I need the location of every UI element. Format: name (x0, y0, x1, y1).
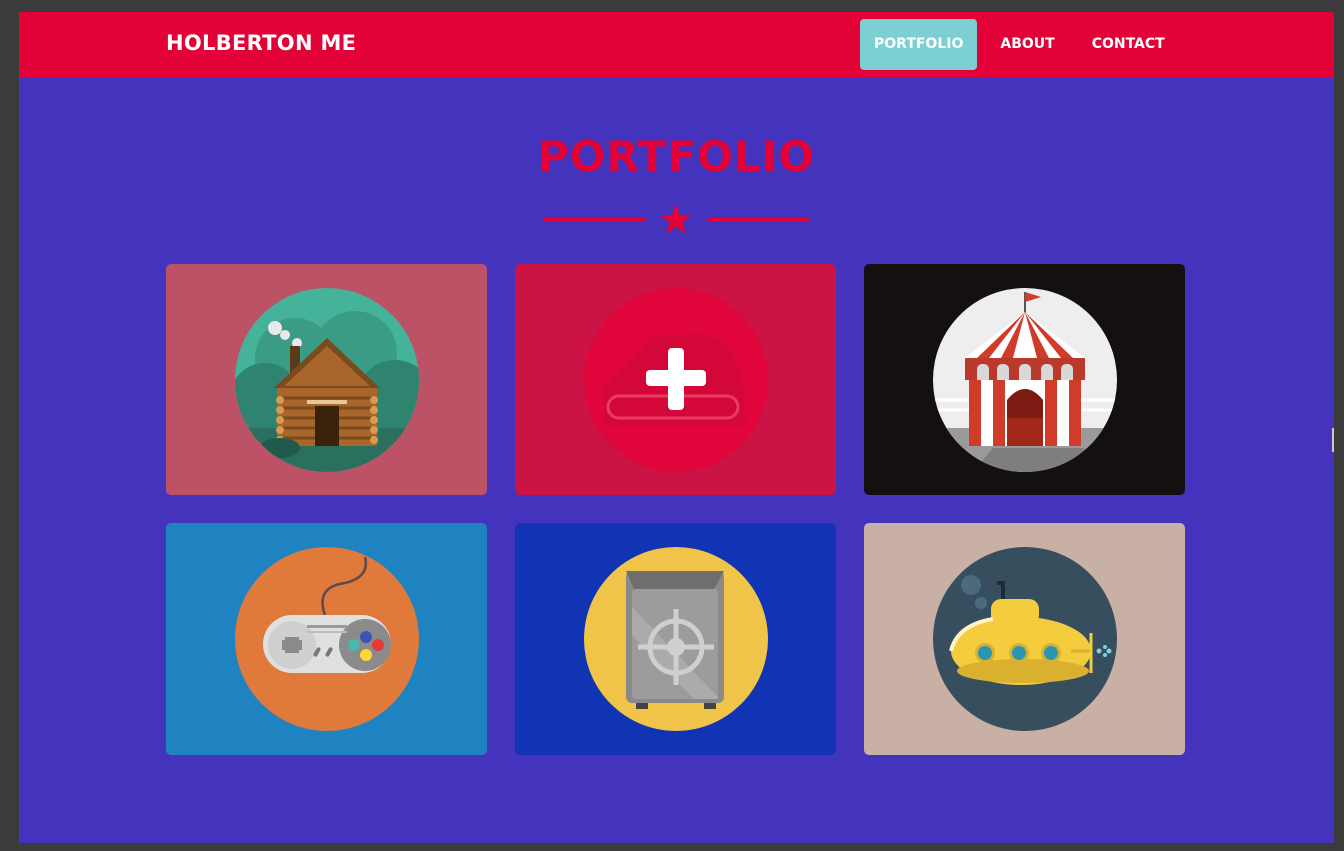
portfolio-item-hovered[interactable] (515, 264, 836, 495)
plus-overlay-icon (584, 288, 768, 472)
nav-item-about[interactable]: ABOUT (986, 19, 1068, 70)
navbar: HOLBERTON ME PORTFOLIO ABOUT CONTACT (19, 12, 1334, 78)
game-controller-icon (235, 547, 419, 731)
nav-item-contact[interactable]: CONTACT (1078, 19, 1179, 70)
portfolio-item-game-controller[interactable] (166, 523, 487, 755)
submarine-icon (933, 547, 1117, 731)
title-divider (542, 203, 812, 237)
nav-menu: PORTFOLIO ABOUT CONTACT (860, 19, 1188, 70)
portfolio-item-safe[interactable] (515, 523, 836, 755)
nav-item-portfolio[interactable]: PORTFOLIO (860, 19, 978, 70)
safe-icon (584, 547, 768, 731)
divider-line-left (543, 218, 645, 221)
divider-line-right (708, 218, 810, 221)
portfolio-item-circus-tent[interactable] (864, 264, 1185, 495)
log-cabin-icon (235, 288, 419, 472)
star-icon (660, 204, 692, 234)
page: HOLBERTON ME PORTFOLIO ABOUT CONTACT POR… (19, 12, 1334, 843)
portfolio-item-log-cabin[interactable] (166, 264, 487, 495)
brand-logo-link[interactable]: HOLBERTON ME (166, 31, 356, 55)
portfolio-item-submarine[interactable] (864, 523, 1185, 755)
section-title: PORTFOLIO (537, 132, 816, 181)
circus-tent-icon (933, 288, 1117, 472)
scrollbar-handle[interactable] (1332, 428, 1334, 452)
